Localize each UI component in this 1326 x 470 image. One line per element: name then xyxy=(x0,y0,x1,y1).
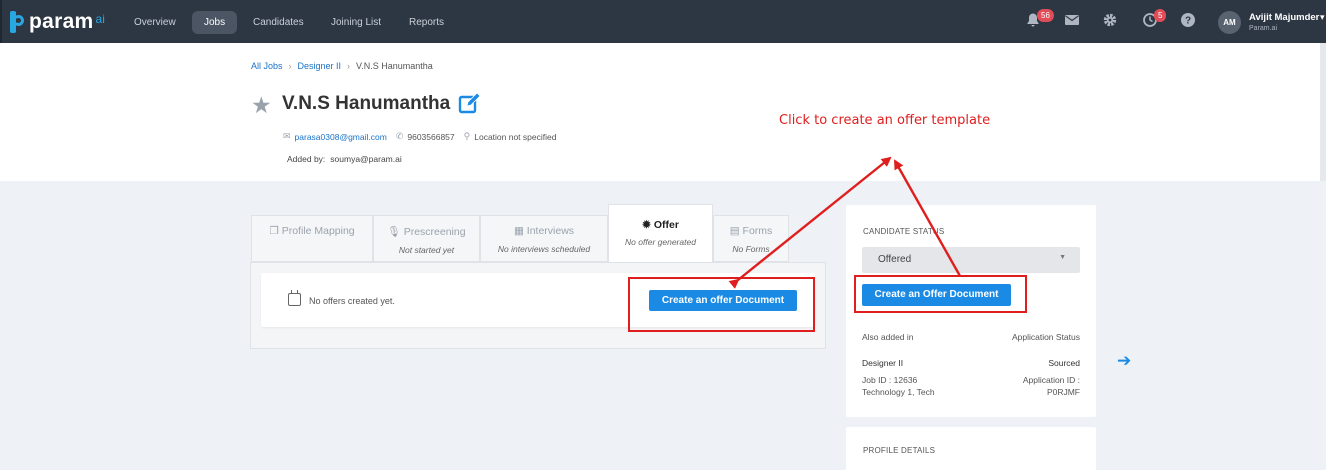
page-title: V.N.S Hanumantha xyxy=(282,93,451,114)
nav-overview[interactable]: Overview xyxy=(122,11,188,34)
user-org: Param.ai xyxy=(1249,25,1278,32)
calendar-check-icon xyxy=(288,290,301,306)
breadcrumb-current: V.N.S Hanumantha xyxy=(356,61,433,71)
application-status-label: Application Status xyxy=(1011,332,1080,342)
mic-icon: 🎙 xyxy=(387,226,401,238)
tab-sub: No offer generated xyxy=(625,237,696,247)
application-id-value: P0RJMF xyxy=(1046,387,1080,397)
notification-badge: 56 xyxy=(1037,9,1054,22)
also-added-label: Also added in xyxy=(862,332,914,342)
job-title[interactable]: Designer II xyxy=(862,358,903,368)
tab-label: Offer xyxy=(653,219,679,231)
nav-reports[interactable]: Reports xyxy=(397,11,456,34)
tab-label: Prescreening xyxy=(403,226,466,238)
copy-icon: ❐ xyxy=(269,225,279,237)
candidate-status-title: CANDIDATE STATUS xyxy=(863,227,945,236)
annotation-box-side-button xyxy=(854,275,1027,313)
job-id: Job ID : 12636 xyxy=(862,375,918,385)
gear-icon[interactable] xyxy=(1101,12,1119,30)
tab-interviews[interactable]: ▦ Interviews No interviews scheduled xyxy=(480,215,608,262)
badge-icon: ✹ xyxy=(642,219,651,231)
department: Technology 1, Tech xyxy=(862,387,935,397)
tab-label: Profile Mapping xyxy=(281,225,355,237)
brand-name: param xyxy=(29,10,94,33)
tab-offer[interactable]: ✹ Offer No offer generated xyxy=(608,204,713,263)
annotation-callout: Click to create an offer template xyxy=(779,113,991,128)
profile-details-title: PROFILE DETAILS xyxy=(863,446,936,455)
mail-icon: ✉ xyxy=(283,131,291,141)
star-icon[interactable]: ★ xyxy=(251,92,272,119)
annotation-box-tab-button xyxy=(628,277,815,332)
added-by-value: soumya@param.ai xyxy=(330,154,402,164)
document-icon: ▤ xyxy=(729,225,740,237)
chevron-right-icon: › xyxy=(347,61,351,71)
added-by-label: Added by: xyxy=(287,154,326,164)
top-nav: param ai Overview Jobs Candidates Joinin… xyxy=(0,0,1326,43)
breadcrumb-job[interactable]: Designer II xyxy=(298,61,342,71)
avatar[interactable]: AM xyxy=(1218,11,1241,34)
nav-joining-list[interactable]: Joining List xyxy=(319,11,393,34)
status-value: Offered xyxy=(878,254,912,265)
tab-sub: No Forms xyxy=(732,244,770,254)
nav-candidates[interactable]: Candidates xyxy=(241,11,316,34)
candidate-email[interactable]: parasa0308@gmail.com xyxy=(295,132,387,142)
tab-forms[interactable]: ▤ Forms No Forms xyxy=(713,215,789,262)
location-icon: ⚲ xyxy=(463,131,471,141)
candidate-phone: 9603566857 xyxy=(407,131,455,142)
brand-suffix: ai xyxy=(95,12,105,26)
application-status-value: Sourced xyxy=(1048,358,1080,368)
timer-badge: 5 xyxy=(1154,9,1167,22)
tab-label: Forms xyxy=(742,225,773,237)
mail-icon[interactable] xyxy=(1063,12,1081,30)
svg-text:?: ? xyxy=(1185,16,1191,27)
calendar-icon: ▦ xyxy=(513,225,524,237)
tab-sub: No interviews scheduled xyxy=(497,244,591,254)
contact-row: ✉ parasa0308@gmail.com ✆ 9603566857 ⚲ Lo… xyxy=(283,131,556,142)
candidate-location: Location not specified xyxy=(474,131,557,142)
tab-label: Interviews xyxy=(526,225,575,237)
chevron-right-icon: › xyxy=(288,61,292,71)
no-offers-text: No offers created yet. xyxy=(309,296,395,306)
help-icon[interactable]: ? xyxy=(1179,12,1197,30)
edit-icon[interactable] xyxy=(458,92,482,119)
application-id-label: Application ID : xyxy=(1022,375,1080,385)
nav-jobs[interactable]: Jobs xyxy=(192,11,238,34)
breadcrumb-all-jobs[interactable]: All Jobs xyxy=(251,61,283,71)
user-name[interactable]: Avijit Majumder xyxy=(1249,12,1319,23)
param-logo-icon xyxy=(10,11,24,33)
arrow-right-icon[interactable]: ➔ xyxy=(1117,351,1131,371)
caret-down-icon: ▼ xyxy=(1059,254,1066,261)
phone-icon: ✆ xyxy=(395,131,404,141)
brand-logo[interactable]: param ai xyxy=(10,10,105,34)
added-by: Added by: soumya@param.ai xyxy=(287,154,402,164)
breadcrumb: All Jobs › Designer II › V.N.S Hanumantha xyxy=(251,61,433,71)
status-select[interactable]: Offered ▼ xyxy=(862,247,1080,273)
candidate-header xyxy=(0,43,1326,181)
tab-prescreening[interactable]: 🎙 Prescreening Not started yet xyxy=(373,215,480,262)
chevron-down-icon[interactable]: ▾ xyxy=(1320,12,1325,23)
tab-profile-mapping[interactable]: ❐ Profile Mapping xyxy=(251,215,373,262)
tab-sub: Not started yet xyxy=(398,245,455,255)
